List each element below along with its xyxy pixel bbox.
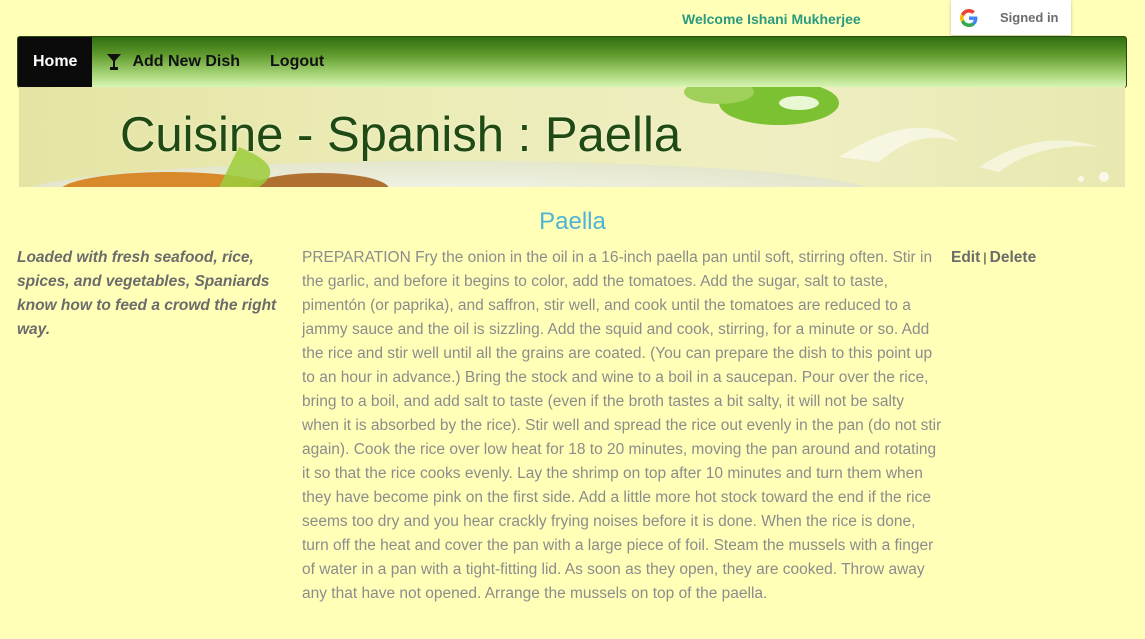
action-separator: |	[983, 250, 987, 265]
nav-add-new-dish-label: Add New Dish	[132, 53, 241, 70]
nav-logout-label: Logout	[270, 53, 325, 70]
delete-link[interactable]: Delete	[990, 249, 1037, 266]
nav-home[interactable]: Home	[18, 37, 93, 87]
welcome-message: Welcome Ishani Mukherjee	[682, 11, 861, 27]
dish-description: Loaded with fresh seafood, rice, spices,…	[17, 249, 277, 338]
google-signin-label: Signed in	[1000, 10, 1059, 25]
dish-title: Paella	[539, 208, 606, 235]
google-signin-button[interactable]: Signed in	[951, 0, 1071, 35]
dish-preparation: PREPARATION Fry the onion in the oil in …	[302, 249, 942, 602]
main-navbar: Home Add New Dish Logout	[17, 36, 1127, 88]
google-logo-icon	[960, 8, 978, 27]
edit-link[interactable]: Edit	[951, 249, 980, 266]
nav-logout[interactable]: Logout	[255, 37, 339, 87]
banner-title: Cuisine - Spanish : Paella	[120, 108, 682, 162]
cocktail-icon	[107, 54, 122, 70]
nav-add-new-dish[interactable]: Add New Dish	[92, 37, 255, 87]
cuisine-banner: Cuisine - Spanish : Paella	[19, 87, 1125, 187]
top-bar: Welcome Ishani Mukherjee Signed in	[0, 0, 1145, 36]
dish-actions: Edit | Delete	[951, 246, 1036, 270]
nav-home-label: Home	[33, 53, 78, 70]
